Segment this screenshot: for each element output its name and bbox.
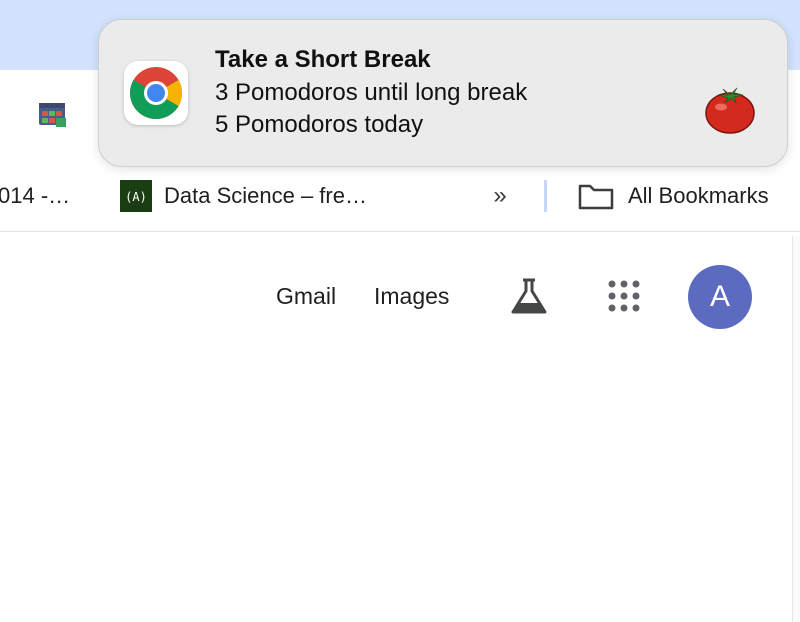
svg-text:(A): (A) xyxy=(125,190,147,204)
all-bookmarks-button[interactable]: All Bookmarks xyxy=(628,183,769,209)
account-avatar[interactable]: A xyxy=(688,265,752,329)
tomato-icon xyxy=(705,87,755,134)
labs-flask-icon[interactable] xyxy=(508,276,550,316)
extension-sheets-icon[interactable] xyxy=(38,102,68,128)
bookmarks-overflow-chevron-icon[interactable]: » xyxy=(486,181,514,211)
bookmark-data-science[interactable]: Data Science – fre… xyxy=(164,183,367,209)
notification-body-line-1: 3 Pomodoros until long break xyxy=(215,79,528,106)
chrome-icon xyxy=(130,67,182,119)
notification-title: Take a Short Break xyxy=(215,46,431,73)
folder-icon[interactable] xyxy=(578,182,614,210)
bookmark-partial-item[interactable]: 014 -… xyxy=(0,183,70,209)
bookmarks-divider xyxy=(544,180,547,212)
google-apps-grid-icon[interactable] xyxy=(606,278,642,314)
images-link[interactable]: Images xyxy=(374,283,449,310)
page-scrollbar[interactable] xyxy=(792,236,800,622)
notification-body-line-2: 5 Pomodoros today xyxy=(215,111,424,138)
notification-app-icon-container xyxy=(124,61,188,125)
freecodecamp-icon: (A) xyxy=(120,180,152,212)
gmail-link[interactable]: Gmail xyxy=(276,283,336,310)
